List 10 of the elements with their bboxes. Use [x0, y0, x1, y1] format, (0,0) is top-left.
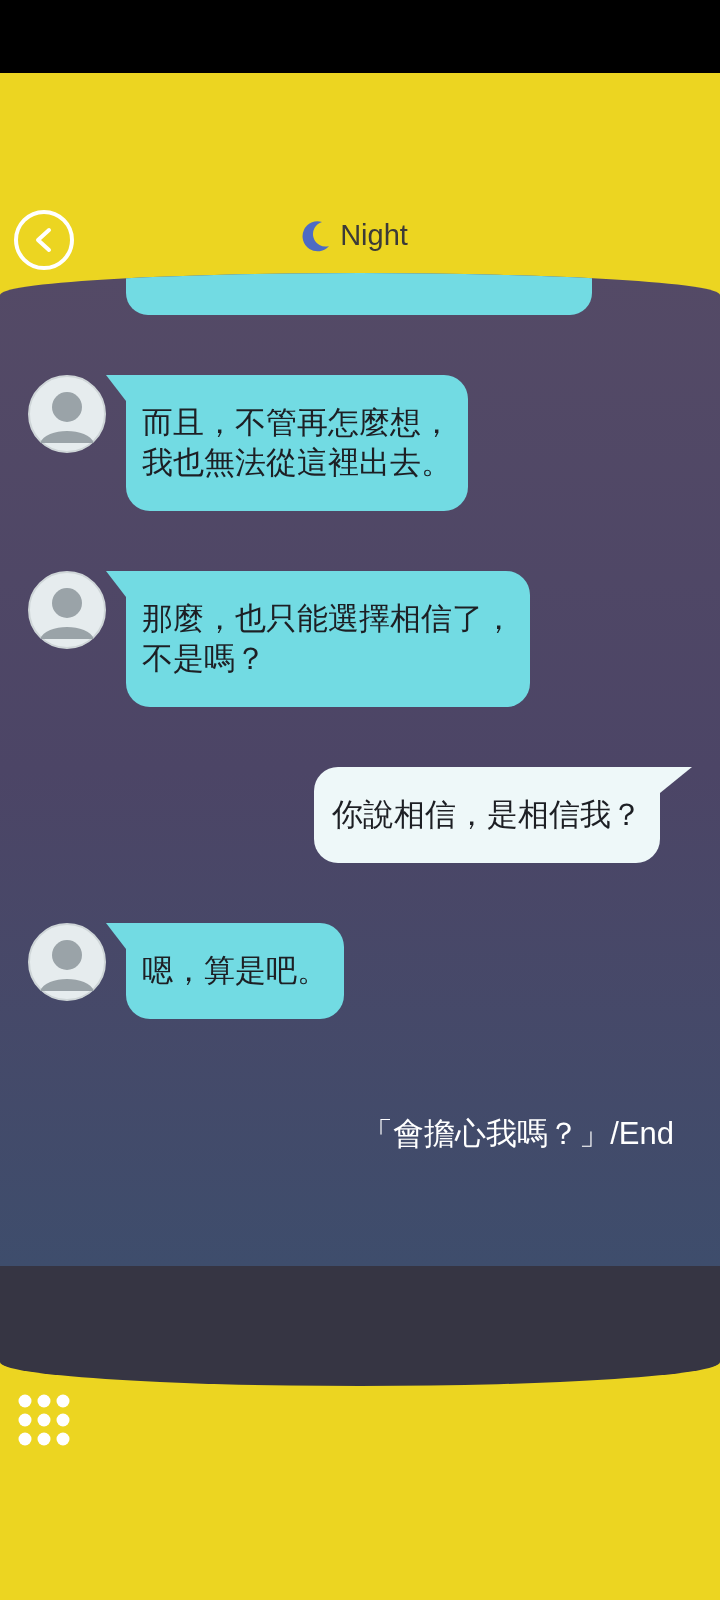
grid-menu-icon[interactable]	[18, 1394, 70, 1446]
back-button[interactable]	[14, 210, 74, 270]
message-text: 而且，不管再怎麼想，	[142, 404, 452, 442]
message-text: 我也無法從這裡出去。	[142, 444, 452, 482]
message-text: 你說相信，是相信我？	[332, 796, 642, 834]
message-text: 那麼，也只能選擇相信了，	[142, 600, 514, 638]
screen-title: Night	[340, 218, 408, 254]
message-text: 嗯，算是吧。	[142, 952, 328, 990]
message-text: 不是嗎？	[142, 640, 266, 678]
ending-label: 「會擔心我嗎？」/End	[362, 1115, 674, 1153]
